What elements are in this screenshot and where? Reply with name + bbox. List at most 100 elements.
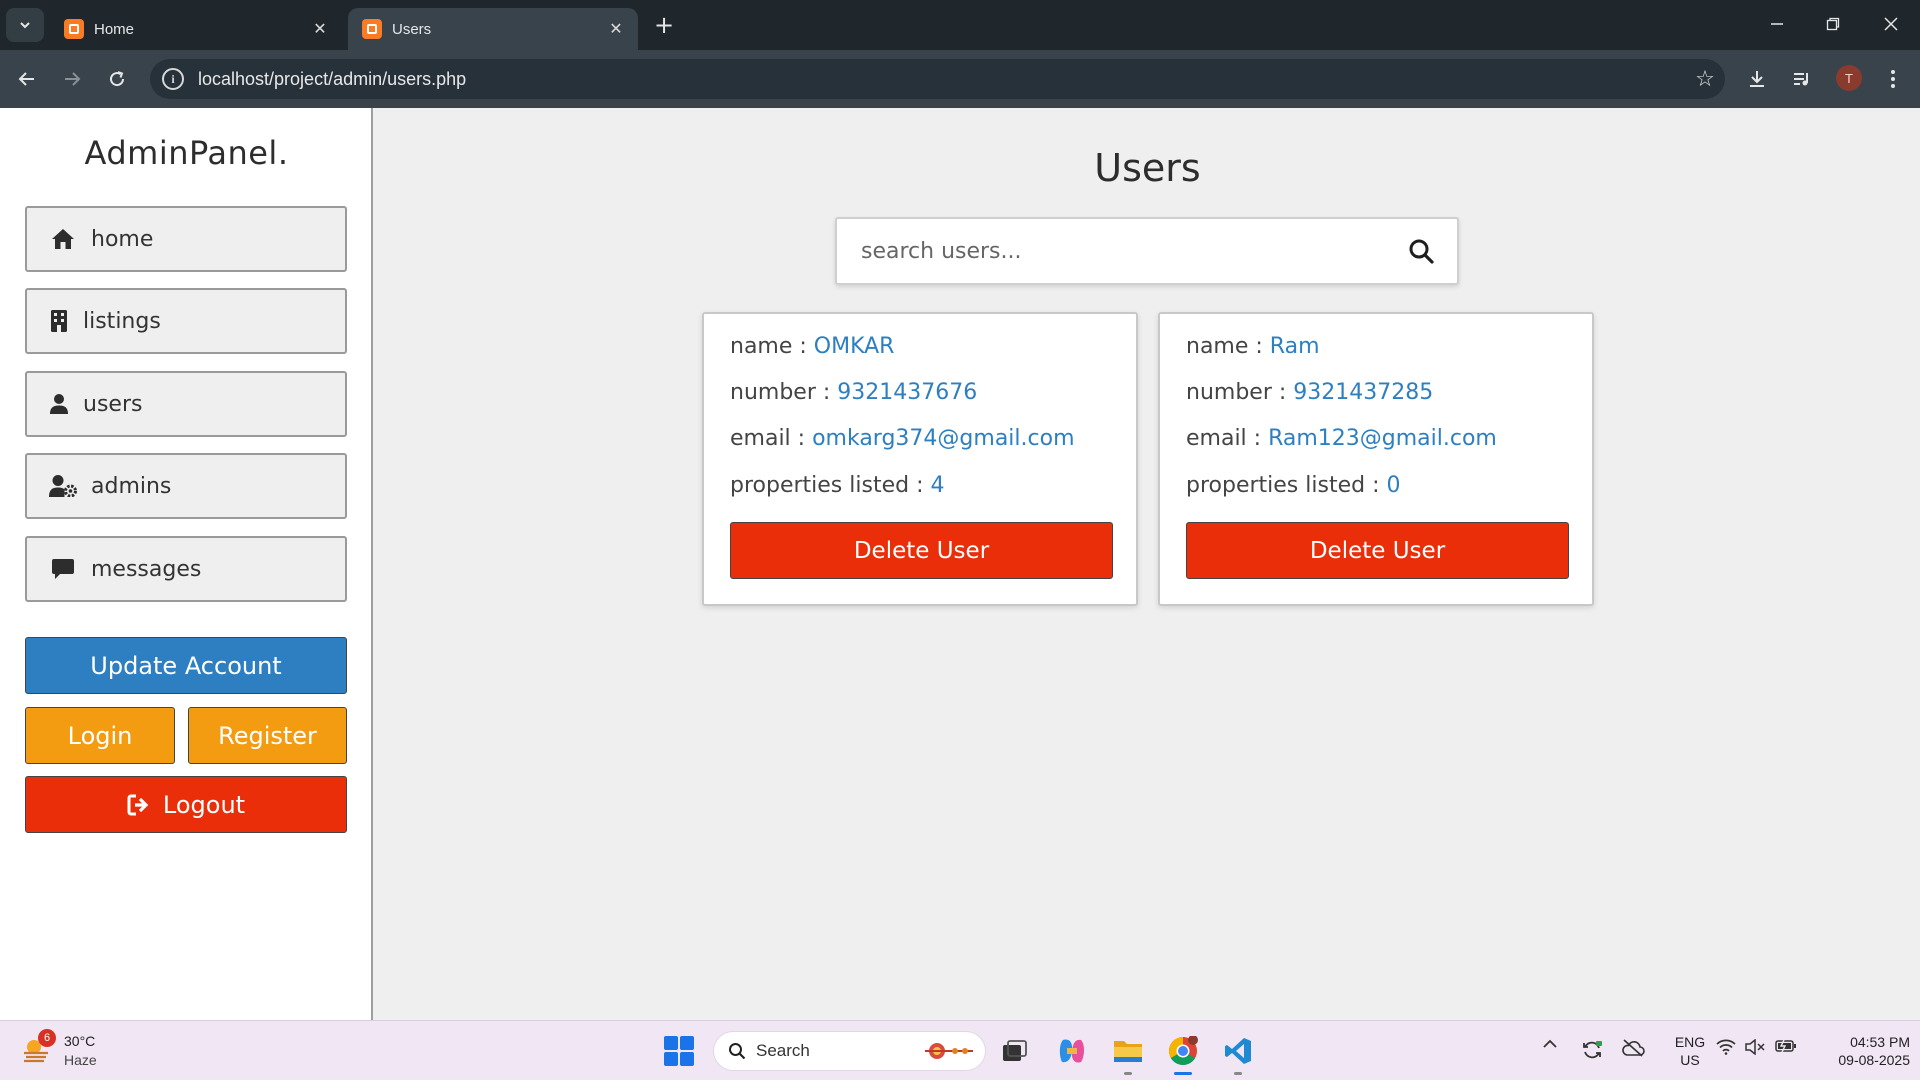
address-bar[interactable]: i localhost/project/admin/users.php ☆ [150, 59, 1725, 99]
search-input[interactable] [837, 219, 1385, 283]
delete-user-button[interactable]: Delete User [1186, 522, 1569, 579]
main-content: Users name : OMKAR number : 9321437676 e… [375, 108, 1920, 1020]
search-form [835, 217, 1459, 285]
minimize-icon [1771, 23, 1783, 25]
restore-button[interactable] [1813, 8, 1853, 40]
user-name-row: name : Ram [1186, 334, 1320, 359]
sidebar: AdminPanel. home listings users admins m… [0, 108, 373, 1020]
taskbar-search-label: Search [756, 1041, 810, 1060]
restore-icon [1826, 17, 1840, 31]
notification-badge: 6 [38, 1029, 56, 1047]
close-icon[interactable]: ✕ [310, 19, 330, 39]
forward-button[interactable] [55, 62, 89, 96]
task-view-icon[interactable] [997, 1033, 1033, 1069]
email-label: email : [1186, 426, 1269, 451]
clock-date: 09-08-2025 [1838, 1052, 1910, 1068]
clock-time: 04:53 PM [1850, 1034, 1910, 1050]
user-name: Ram [1269, 334, 1320, 359]
volume-muted-icon[interactable] [1745, 1039, 1765, 1055]
name-label: name : [1186, 334, 1270, 359]
properties-label: properties listed : [730, 473, 931, 498]
number-label: number : [730, 380, 838, 405]
download-icon[interactable] [1740, 62, 1774, 96]
user-properties-row: properties listed : 0 [1186, 473, 1400, 498]
weather-condition: Haze [64, 1052, 97, 1068]
update-account-button[interactable]: Update Account [25, 637, 347, 694]
language-indicator[interactable]: ENG US [1668, 1033, 1712, 1069]
minimize-button[interactable] [1757, 8, 1797, 40]
sidebar-item-label: users [83, 391, 143, 417]
sidebar-item-admins[interactable]: admins [25, 453, 347, 519]
user-email-row: email : Ram123@gmail.com [1186, 426, 1497, 451]
browser-tab-bar: Home ✕ Users ✕ + [0, 0, 1920, 50]
page-title: Users [1094, 146, 1201, 190]
system-clock[interactable]: 04:53 PM 09-08-2025 [1812, 1033, 1910, 1069]
file-explorer-icon[interactable] [1110, 1033, 1146, 1075]
user-properties-row: properties listed : 4 [730, 473, 944, 498]
bookmark-star-icon[interactable]: ☆ [1685, 67, 1725, 92]
user-card: name : OMKAR number : 9321437676 email :… [702, 312, 1138, 606]
tab-title: Users [392, 20, 432, 38]
search-icon [1409, 239, 1434, 264]
sidebar-item-messages[interactable]: messages [25, 536, 347, 602]
new-tab-button[interactable]: + [650, 10, 678, 40]
profile-avatar[interactable]: T [1836, 65, 1862, 91]
tab-search-button[interactable] [6, 8, 44, 42]
register-button[interactable]: Register [188, 707, 347, 764]
properties-label: properties listed : [1186, 473, 1387, 498]
search-icon [729, 1043, 746, 1060]
cloud-offline-icon[interactable] [1621, 1039, 1645, 1057]
sidebar-item-users[interactable]: users [25, 371, 347, 437]
user-number: 9321437285 [1293, 380, 1434, 405]
active-indicator [1174, 1072, 1192, 1075]
weather-widget[interactable]: 6 30°C Haze [22, 1029, 142, 1073]
user-number: 9321437676 [837, 380, 978, 405]
logout-button[interactable]: Logout [25, 776, 347, 833]
chrome-icon[interactable] [1165, 1033, 1201, 1075]
brand-logo[interactable]: AdminPanel. [0, 134, 373, 172]
delete-user-button[interactable]: Delete User [730, 522, 1113, 579]
user-name-row: name : OMKAR [730, 334, 894, 359]
region-code: US [1680, 1052, 1700, 1068]
sidebar-item-label: listings [83, 308, 161, 334]
weather-temperature: 30°C [64, 1033, 96, 1049]
tab-home[interactable]: Home ✕ [50, 8, 342, 50]
sidebar-item-listings[interactable]: listings [25, 288, 347, 354]
battery-icon[interactable] [1775, 1039, 1797, 1053]
message-icon [49, 556, 77, 582]
menu-dots-icon[interactable] [1876, 62, 1910, 96]
building-icon [49, 308, 69, 334]
vscode-icon[interactable] [1220, 1033, 1256, 1075]
reload-icon [110, 71, 125, 87]
user-properties: 0 [1386, 473, 1401, 498]
user-email: Ram123@gmail.com [1268, 426, 1497, 451]
arrow-left-icon [18, 72, 34, 86]
close-window-button[interactable] [1871, 8, 1911, 40]
sync-icon[interactable] [1581, 1039, 1603, 1061]
windows-taskbar: 6 30°C Haze Search ENG US 04:53 PM 09-08… [0, 1020, 1920, 1080]
language-code: ENG [1674, 1034, 1706, 1050]
close-icon[interactable]: ✕ [606, 19, 626, 39]
media-control-icon[interactable] [1785, 62, 1819, 96]
login-button[interactable]: Login [25, 707, 175, 764]
xampp-icon [362, 19, 382, 39]
user-name: OMKAR [813, 334, 895, 359]
wifi-icon[interactable] [1716, 1039, 1736, 1055]
site-info-icon[interactable]: i [162, 68, 184, 90]
name-label: name : [730, 334, 814, 359]
back-button[interactable] [10, 62, 44, 96]
sidebar-item-home[interactable]: home [25, 206, 347, 272]
copilot-icon[interactable] [1054, 1033, 1090, 1069]
number-label: number : [1186, 380, 1294, 405]
tab-users[interactable]: Users ✕ [348, 8, 638, 50]
chevron-up-icon[interactable] [1542, 1039, 1558, 1049]
reload-button[interactable] [100, 62, 134, 96]
search-button[interactable] [1385, 219, 1457, 283]
user-gear-icon [49, 473, 77, 499]
browser-toolbar: i localhost/project/admin/users.php ☆ [0, 50, 1920, 108]
taskbar-search[interactable]: Search [713, 1031, 986, 1071]
url-text[interactable]: localhost/project/admin/users.php [198, 69, 1685, 90]
user-card: name : Ram number : 9321437285 email : R… [1158, 312, 1594, 606]
user-properties: 4 [930, 473, 945, 498]
windows-start-icon[interactable] [664, 1036, 694, 1066]
